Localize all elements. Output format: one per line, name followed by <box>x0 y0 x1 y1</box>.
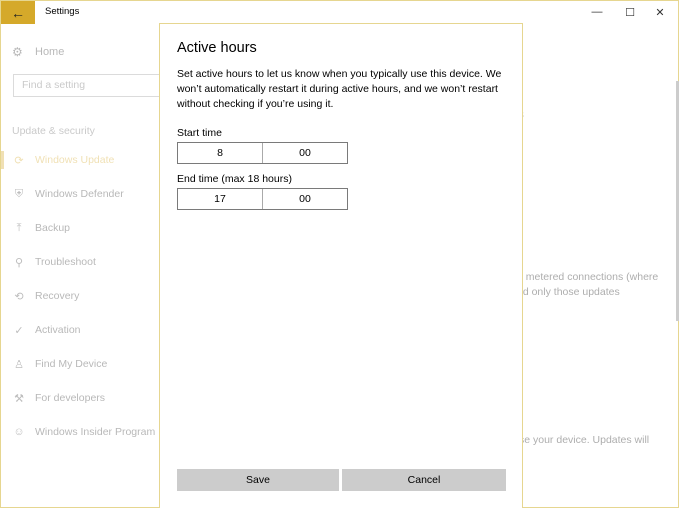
sidebar-item-label: Windows Insider Program <box>35 426 156 438</box>
sidebar-item-backup[interactable]: ⤒ Backup <box>1 217 161 239</box>
end-time-label: End time (max 18 hours) <box>177 173 292 185</box>
sidebar: ⚙ Home Find a setting Update & security … <box>1 24 173 508</box>
active-hours-dialog: Active hours Set active hours to let us … <box>159 23 523 508</box>
title-bar: ← Settings — ☐ ✕ <box>1 1 678 24</box>
sidebar-item-find-my-device[interactable]: ♙ Find My Device <box>1 353 161 375</box>
wrench-icon: ⚲ <box>14 256 24 269</box>
back-arrow-icon: ← <box>11 4 25 21</box>
section-heading: Update & security <box>12 125 95 137</box>
person-location-icon: ♙ <box>14 358 24 371</box>
developer-tools-icon: ⚒ <box>14 392 24 405</box>
history-icon: ⟲ <box>14 290 24 303</box>
search-placeholder: Find a setting <box>22 79 86 91</box>
upload-icon: ⤒ <box>16 221 22 234</box>
sidebar-item-label: Find My Device <box>35 358 108 370</box>
start-time-label: Start time <box>177 127 222 139</box>
sidebar-item-troubleshoot[interactable]: ⚲ Troubleshoot <box>1 251 161 273</box>
end-hour-field[interactable]: 17 <box>178 189 262 209</box>
sidebar-item-label: Backup <box>35 222 71 234</box>
sidebar-item-windows-defender[interactable]: ⛨ Windows Defender <box>1 183 161 205</box>
sidebar-item-recovery[interactable]: ⟲ Recovery <box>1 285 161 307</box>
maximize-button[interactable]: ☐ <box>615 3 645 21</box>
search-input[interactable]: Find a setting <box>13 74 173 97</box>
refresh-icon: ⟳ <box>14 154 24 167</box>
close-icon: ✕ <box>655 6 665 19</box>
sidebar-item-label: For developers <box>35 392 106 404</box>
close-button[interactable]: ✕ <box>645 3 675 21</box>
start-minute-field[interactable]: 00 <box>262 143 347 163</box>
background-text: se your device. Updates will <box>519 434 650 446</box>
home-label: Home <box>35 46 65 58</box>
check-circle-icon: ✓ <box>14 324 24 337</box>
gear-icon: ⚙ <box>12 45 23 59</box>
dialog-description: Set active hours to let us know when you… <box>177 68 502 110</box>
maximize-icon: ☐ <box>625 6 635 19</box>
background-text: n metered connections (where <box>517 271 659 283</box>
dialog-title: Active hours <box>177 40 257 56</box>
sidebar-item-windows-insider-program[interactable]: ☺ Windows Insider Program <box>1 421 161 443</box>
save-button[interactable]: Save <box>177 469 339 491</box>
sidebar-item-label: Windows Update <box>35 154 115 166</box>
window-title: Settings <box>45 6 80 17</box>
cancel-label: Cancel <box>407 474 441 486</box>
insider-ninja-cat-icon: ☺ <box>13 426 25 438</box>
sidebar-item-label: Recovery <box>35 290 80 302</box>
end-minute-field[interactable]: 00 <box>262 189 347 209</box>
cancel-button[interactable]: Cancel <box>342 469 506 491</box>
background-text: ad only those updates <box>517 286 620 298</box>
sidebar-item-label: Activation <box>35 324 81 336</box>
minimize-icon: — <box>591 6 603 18</box>
start-hour-field[interactable]: 8 <box>178 143 262 163</box>
minimize-button[interactable]: — <box>582 3 612 21</box>
sidebar-item-label: Windows Defender <box>35 188 124 200</box>
end-time-picker[interactable]: 17 00 <box>177 188 348 210</box>
sidebar-item-activation[interactable]: ✓ Activation <box>1 319 161 341</box>
save-label: Save <box>246 474 270 486</box>
shield-icon: ⛨ <box>14 187 24 200</box>
back-button[interactable]: ← <box>1 1 35 24</box>
start-time-picker[interactable]: 8 00 <box>177 142 348 164</box>
sidebar-item-windows-update[interactable]: ⟳ Windows Update <box>1 149 161 171</box>
sidebar-item-for-developers[interactable]: ⚒ For developers <box>1 387 161 409</box>
sidebar-home[interactable]: ⚙ Home <box>12 45 64 59</box>
settings-window: ← Settings — ☐ ✕ ⚙ Home Find a setting U… <box>0 0 679 508</box>
sidebar-item-label: Troubleshoot <box>35 256 96 268</box>
